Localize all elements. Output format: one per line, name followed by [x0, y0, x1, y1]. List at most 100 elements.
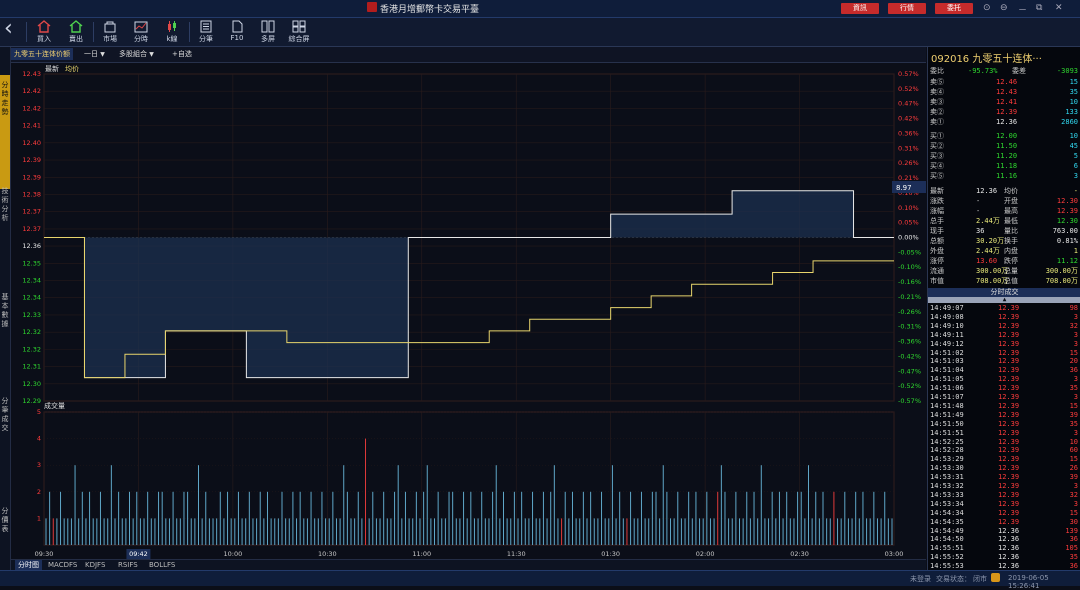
timeshare-button[interactable]: 分時 — [127, 20, 155, 44]
volume-tick-label: 2 — [37, 488, 41, 496]
tick-row: 14:52:28 12.39 60 — [928, 446, 1080, 455]
back-arrow-icon[interactable]: ‹ — [4, 16, 13, 41]
sell-button[interactable]: 賣出 — [62, 20, 90, 44]
tick-row: 14:55:52 12.36 35 — [928, 553, 1080, 562]
info-button[interactable]: 資訊 — [841, 3, 879, 14]
minimize-icon[interactable]: － — [1018, 3, 1027, 16]
tick-time: 14:52:28 — [930, 446, 964, 455]
notification-icon[interactable] — [991, 573, 1000, 582]
tick-volume: 3 — [1073, 339, 1078, 348]
tick-row: 14:51:02 12.39 15 — [928, 349, 1080, 358]
tick-row: 14:51:49 12.39 39 — [928, 411, 1080, 420]
buy-level-label: 买① — [930, 132, 944, 140]
percent-tick-label: -0.47% — [898, 367, 921, 375]
compare-label: 多股組合 — [119, 50, 147, 58]
add-watchlist-button[interactable]: +自选 — [169, 48, 195, 60]
nav-technical[interactable]: 技術分析 — [0, 187, 10, 257]
nav-technical-label: 技術分析 — [1, 187, 9, 222]
buy-level-label: 买⑤ — [930, 172, 944, 180]
stat-row: 市值 708.00万 总值 708.00万 — [928, 277, 1080, 286]
weicha-value: -3093 — [1056, 67, 1078, 75]
tick-price: 12.39 — [998, 330, 1020, 339]
stat-value: 30.20万 — [976, 237, 1005, 245]
skin-icon[interactable]: ⊖ — [1000, 3, 1008, 13]
sell-level-label: 卖④ — [930, 88, 944, 96]
stat-row: 总额 30.20万 换手 0.81% — [928, 237, 1080, 246]
stat-label: 总额 — [930, 237, 944, 245]
sell-price: 12.43 — [996, 88, 1018, 96]
buy-row: 买⑤ 11.16 3 — [928, 172, 1080, 181]
quotes-button[interactable]: 行情 — [888, 3, 926, 14]
percent-tick-label: 0.10% — [898, 204, 919, 212]
nav-price-table[interactable]: 分價表 — [0, 507, 10, 547]
compare-select[interactable]: 多股組合 ▼ — [116, 48, 157, 60]
composite-screen-button[interactable]: 綜合屏 — [285, 20, 313, 44]
stat-label: 外盘 — [930, 247, 944, 255]
percent-tick-label: -0.52% — [898, 382, 921, 390]
nav-fundamental[interactable]: 基本數據 — [0, 293, 10, 353]
grid-screen-icon — [292, 20, 306, 33]
tick-volume: 3 — [1073, 312, 1078, 321]
nav-ticks[interactable]: 分筆成交 — [0, 397, 10, 457]
product-tab[interactable]: 九零五十连体价额 — [11, 48, 73, 60]
tick-row: 14:51:03 12.39 20 — [928, 357, 1080, 366]
percent-tick-label: -0.16% — [898, 278, 921, 286]
price-tick-label: 12.31 — [22, 363, 41, 371]
stat-row: 流通 300.00万 总量 300.00万 — [928, 267, 1080, 276]
percent-tick-label: 0.36% — [898, 129, 919, 137]
f10-button[interactable]: F10 — [223, 20, 251, 42]
tick-row: 14:49:07 12.39 98 — [928, 304, 1080, 313]
sell-row: 卖⑤ 12.46 15 — [928, 78, 1080, 87]
tick-row: 14:54:34 12.39 15 — [928, 509, 1080, 518]
tick-volume: 30 — [1069, 517, 1078, 526]
ticks-button[interactable]: 分筆 — [192, 20, 220, 44]
order-button[interactable]: 委托 — [935, 3, 973, 14]
stat-value: 11.12 — [1056, 257, 1078, 265]
sell-row: 卖② 12.39 133 — [928, 108, 1080, 117]
settings-icon[interactable]: ⊙ — [983, 3, 991, 13]
stat-value: 763.00 — [1052, 227, 1078, 235]
tick-volume: 60 — [1069, 446, 1078, 455]
market-button[interactable]: 市場 — [96, 20, 124, 44]
stat-label: 换手 — [1004, 237, 1018, 245]
kline-button[interactable]: k線 — [158, 20, 186, 44]
buy-price: 11.50 — [996, 142, 1018, 150]
stat-value: - — [1073, 187, 1078, 195]
tick-volume: 15 — [1069, 401, 1078, 410]
tick-price: 12.39 — [998, 490, 1020, 499]
price-tick-label: 12.30 — [22, 380, 41, 388]
tick-time: 14:53:29 — [930, 455, 964, 464]
stat-row: 涨幅 - 最高 12.39 — [928, 207, 1080, 216]
datetime: 2019-06-05 15:26:41 — [1008, 574, 1049, 590]
buy-price: 12.00 — [996, 132, 1018, 140]
percent-tick-label: -0.05% — [898, 248, 921, 256]
home-sell-icon — [69, 20, 83, 33]
timeshare-chart[interactable]: 12.43 12.42 12.42 12.41 12.40 12.39 12.39 12.38… — [11, 62, 926, 559]
tick-volume: 15 — [1069, 508, 1078, 517]
buy-label: 買入 — [37, 35, 51, 43]
nav-timeshare[interactable]: 分時走勢 — [0, 75, 10, 189]
time-tick-label: 09:30 — [35, 550, 54, 558]
percent-tick-label: 0.31% — [898, 144, 919, 152]
multiscreen-button[interactable]: 多屏 — [254, 20, 282, 44]
weibi-label: 委比 — [930, 67, 944, 75]
tick-row: 14:54:49 12.36 139 — [928, 527, 1080, 536]
left-nav: 分時走勢 技術分析 基本數據 分筆成交 分價表 — [0, 47, 11, 570]
tick-row: 14:54:50 12.36 36 — [928, 535, 1080, 544]
tick-price: 12.39 — [998, 357, 1020, 366]
tick-row: 14:51:06 12.39 35 — [928, 384, 1080, 393]
candlestick-icon — [168, 21, 176, 32]
price-tick-label: 12.32 — [22, 345, 41, 353]
volume-panel-frame — [43, 411, 895, 546]
ticks-scroll-up[interactable]: ▲ — [928, 297, 1080, 303]
restore-icon[interactable]: ⧉ — [1036, 3, 1042, 13]
buy-button[interactable]: 買入 — [30, 20, 58, 44]
main-toolbar: ‹ 買入 賣出 市場 分時 k線 分筆 F10 多屏 綜合屏 — [0, 16, 1080, 47]
close-icon[interactable]: ✕ — [1055, 3, 1063, 13]
tick-time: 14:53:31 — [930, 473, 964, 482]
buy-row: 买② 11.50 45 — [928, 142, 1080, 151]
tick-row: 14:49:08 12.39 3 — [928, 313, 1080, 322]
period-select[interactable]: 一日 ▼ — [81, 48, 108, 60]
tick-price: 12.39 — [998, 339, 1020, 348]
tick-time: 14:49:08 — [930, 312, 964, 321]
